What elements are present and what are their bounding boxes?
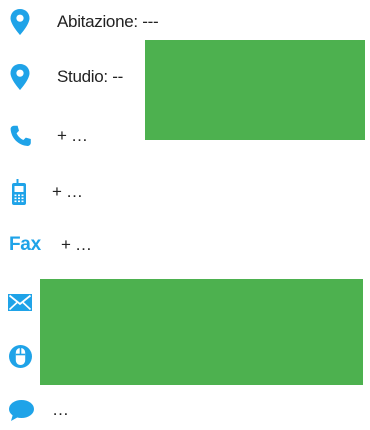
mobile-phone-icon [10, 178, 28, 206]
redaction-block-address [145, 40, 365, 140]
office-address-text: Studio: -- [57, 67, 123, 86]
envelope-icon [8, 293, 32, 311]
contact-row-chat: … [0, 390, 370, 430]
speech-bubble-icon [8, 399, 34, 421]
contact-row-home: Abitazione: --- [0, 2, 370, 42]
phone-text[interactable]: + … [57, 126, 88, 146]
fax-label-icon: Fax [9, 234, 41, 255]
globe-icon [8, 344, 32, 368]
phone-icon [9, 124, 33, 148]
map-pin-icon [9, 8, 31, 36]
home-address-text: Abitazione: --- [57, 12, 159, 31]
redaction-block-contacts [40, 279, 363, 385]
contact-row-fax: Fax + … [0, 225, 370, 265]
chat-text[interactable]: … [52, 400, 69, 420]
mobile-text[interactable]: + … [52, 182, 83, 202]
fax-text[interactable]: + … [61, 235, 92, 255]
contact-row-mobile: + … [0, 172, 370, 212]
map-pin-icon [9, 63, 31, 91]
